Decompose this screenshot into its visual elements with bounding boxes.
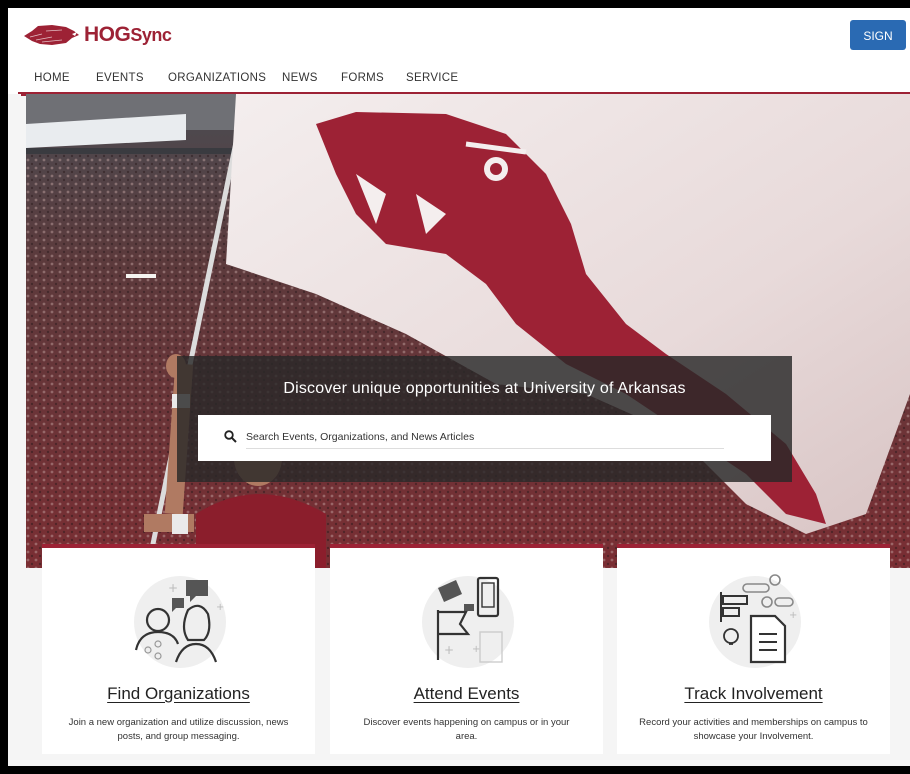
search-input[interactable] [246, 426, 724, 449]
nav-forms[interactable]: FORMS [341, 68, 384, 90]
people-chat-icon: + + [134, 576, 226, 668]
svg-text:+: + [472, 644, 480, 655]
nav-news[interactable]: NEWS [282, 68, 317, 90]
svg-text:+: + [789, 610, 797, 621]
nav-organizations[interactable]: ORGANIZATIONS [168, 68, 266, 90]
card-description: Join a new organization and utilize disc… [68, 717, 289, 742]
card-description: Record your activities and memberships o… [639, 717, 868, 742]
svg-text:+: + [216, 602, 224, 613]
card-title[interactable]: Find Organizations [42, 684, 315, 704]
search-box[interactable] [198, 415, 771, 461]
nav-home[interactable]: HOME [21, 68, 83, 96]
card-title[interactable]: Attend Events [330, 684, 603, 704]
sign-in-button[interactable]: SIGN IN [850, 20, 906, 73]
svg-text:+: + [444, 643, 454, 657]
card-title[interactable]: Track Involvement [617, 684, 890, 704]
logo-text: HOGSync [84, 23, 172, 46]
hero-banner: Discover unique opportunities at Univers… [26, 94, 910, 568]
events-ticket-phone-icon: + + [422, 576, 514, 668]
nav-service[interactable]: SERVICE [406, 68, 458, 90]
search-icon [224, 430, 237, 443]
card-attend-events[interactable]: + + Attend Events Discover events happen… [330, 544, 603, 754]
search-panel: Discover unique opportunities at Univers… [177, 356, 792, 482]
main-nav: HOME EVENTS ORGANIZATIONS NEWS FORMS SER… [8, 64, 910, 96]
card-track-involvement[interactable]: + Track Involvement Record your activiti… [617, 544, 890, 754]
card-description: Discover events happening on campus or i… [363, 717, 570, 742]
card-find-organizations[interactable]: + + Find Organizations Join a new organi… [42, 544, 315, 754]
involvement-document-icon: + [709, 574, 801, 668]
top-bar: HOGSync SIGN IN [8, 8, 910, 73]
razorback-logo-icon [24, 25, 79, 45]
page: HOGSync SIGN IN HOME EVENTS ORGANIZATION… [8, 8, 910, 766]
nav-events[interactable]: EVENTS [96, 68, 144, 90]
hero-image [26, 94, 910, 568]
hero-heading: Discover unique opportunities at Univers… [283, 380, 686, 397]
svg-text:+: + [168, 581, 178, 595]
hogsync-logo[interactable]: HOGSync [22, 20, 172, 50]
